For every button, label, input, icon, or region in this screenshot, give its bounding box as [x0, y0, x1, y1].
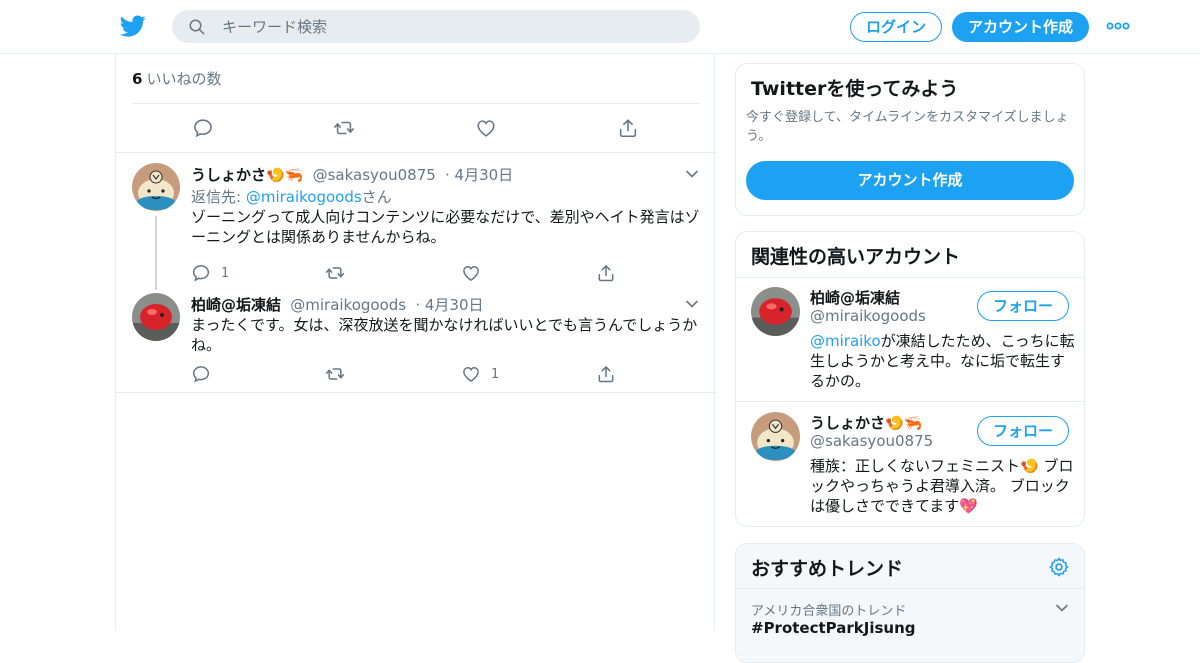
reply-icon	[192, 366, 210, 383]
top-bar: ログイン アカウント作成	[0, 0, 1200, 54]
chevron-down-icon[interactable]	[684, 166, 700, 182]
like-action[interactable]: 1	[461, 364, 499, 384]
tweet-actions: 1	[191, 364, 631, 384]
avatar[interactable]	[751, 412, 800, 461]
retweet-icon[interactable]	[333, 117, 355, 139]
trend-tag[interactable]: #ProtectParkJisung	[751, 619, 916, 637]
likes-label: いいねの数	[146, 70, 222, 88]
retweet-icon	[325, 368, 345, 380]
share-icon[interactable]	[617, 117, 639, 139]
account-bio: @miraikoが凍結したため、こっちに転生しようかと考え中。なに垢で転生するか…	[810, 331, 1076, 391]
related-title: 関連性の高いアカウント	[751, 246, 961, 268]
divider	[736, 401, 1084, 402]
like-action[interactable]	[461, 263, 491, 283]
account-handle: @sakasyou0875	[810, 432, 934, 450]
search-icon	[189, 19, 205, 35]
like-icon[interactable]	[475, 117, 497, 139]
divider	[736, 588, 1084, 589]
bio-mention-link[interactable]: @miraiko	[810, 332, 881, 350]
retweet-icon	[325, 267, 345, 279]
avatar-image	[751, 287, 800, 336]
like-icon	[463, 366, 479, 382]
reply-to: 返信先: @miraikogoodsさん	[191, 186, 392, 207]
author-handle: @sakasyou0875	[312, 166, 436, 184]
avatar-image	[132, 293, 180, 341]
chevron-down-icon[interactable]	[684, 296, 700, 312]
divider	[132, 103, 700, 104]
author-handle: @miraikogoods	[290, 296, 407, 314]
tweet-date[interactable]: · 4月30日	[415, 296, 483, 314]
account-handle: @miraikogoods	[810, 307, 926, 325]
account-name[interactable]: うしょかさ🍤🦐	[810, 412, 922, 433]
avatar-image	[751, 412, 800, 461]
avatar[interactable]	[132, 293, 180, 341]
trends-title: おすすめトレンド	[751, 558, 904, 580]
trends-card: おすすめトレンド アメリカ合衆国のトレンド #ProtectParkJisung	[735, 543, 1085, 663]
tweet-actions: 1	[191, 263, 631, 283]
reply-action[interactable]: 1	[191, 263, 229, 283]
author-name: うしょかさ	[191, 166, 267, 184]
avatar[interactable]	[751, 287, 800, 336]
join-title: Twitterを使ってみよう	[751, 78, 959, 100]
tweet-date[interactable]: · 4月30日	[445, 166, 513, 184]
like-count: 1	[491, 366, 500, 382]
share-icon	[598, 265, 614, 282]
trend-context: アメリカ合衆国のトレンド	[751, 604, 907, 619]
login-button[interactable]: ログイン	[850, 12, 942, 42]
author-name: 柏崎@垢凍結	[191, 296, 282, 314]
tweet-text: まったくです。女は、深夜放送を聞かなければいいとでも言うんでしょうかね。	[191, 316, 698, 354]
thread-line	[155, 216, 157, 290]
main-timeline: 6 いいねの数 うしょかさ🍤🦐 @sakasyou0875 · 4月30日 返信…	[115, 54, 716, 630]
gear-icon[interactable]	[1048, 556, 1070, 578]
account-name[interactable]: 柏崎@垢凍結	[810, 287, 900, 308]
more-options-icon[interactable]	[1106, 16, 1130, 36]
tweet-author[interactable]: うしょかさ🍤🦐 @sakasyou0875 · 4月30日	[191, 164, 513, 185]
reply-to-prefix: 返信先:	[191, 188, 246, 206]
join-text: 今すぐ登録して、タイムラインをカスタマイズしましょう。	[746, 110, 1069, 144]
likes-stat[interactable]: 6 いいねの数	[132, 68, 221, 89]
reply-icon	[192, 265, 210, 282]
tweet-author[interactable]: 柏崎@垢凍結 @miraikogoods · 4月30日	[191, 294, 484, 315]
reply-action[interactable]	[191, 364, 221, 384]
signup-button[interactable]: アカウント作成	[952, 12, 1089, 42]
reply-to-suffix: さん	[361, 188, 392, 206]
reply-count: 1	[221, 265, 230, 281]
share-action[interactable]	[596, 364, 616, 384]
like-icon	[463, 265, 479, 281]
author-emoji: 🍤🦐	[266, 166, 304, 184]
share-action[interactable]	[596, 263, 616, 283]
retweet-action[interactable]	[325, 364, 355, 384]
likes-count: 6	[132, 70, 143, 88]
avatar[interactable]	[132, 163, 180, 211]
twitter-bird-icon[interactable]	[120, 13, 146, 39]
follow-button[interactable]: フォロー	[977, 291, 1069, 321]
reply-to-link[interactable]: @miraikogoods	[246, 188, 362, 206]
divider	[116, 392, 716, 393]
reply-icon[interactable]	[192, 117, 214, 139]
related-accounts-card: 関連性の高いアカウント 柏崎@垢凍結 @miraikogoods フォロー @m…	[735, 231, 1085, 527]
share-icon	[598, 366, 614, 383]
follow-button[interactable]: フォロー	[977, 416, 1069, 446]
account-bio: 種族：正しくないフェミニスト🍤 ブロックやっちゃうよ君導入済。 ブロックは優しさ…	[810, 457, 1074, 515]
avatar-image	[132, 163, 180, 211]
divider	[116, 152, 716, 153]
join-card: Twitterを使ってみよう 今すぐ登録して、タイムラインをカスタマイズしましょ…	[735, 63, 1085, 216]
divider	[736, 277, 1084, 278]
search-input[interactable]	[222, 10, 682, 43]
create-account-button[interactable]: アカウント作成	[746, 161, 1074, 200]
chevron-down-icon[interactable]	[1054, 600, 1070, 616]
search-box[interactable]	[172, 10, 700, 43]
tweet-text: ゾーニングって成人向けコンテンツに必要なだけで、差別やヘイト発言はゾーニングとは…	[191, 208, 700, 246]
retweet-action[interactable]	[325, 263, 355, 283]
